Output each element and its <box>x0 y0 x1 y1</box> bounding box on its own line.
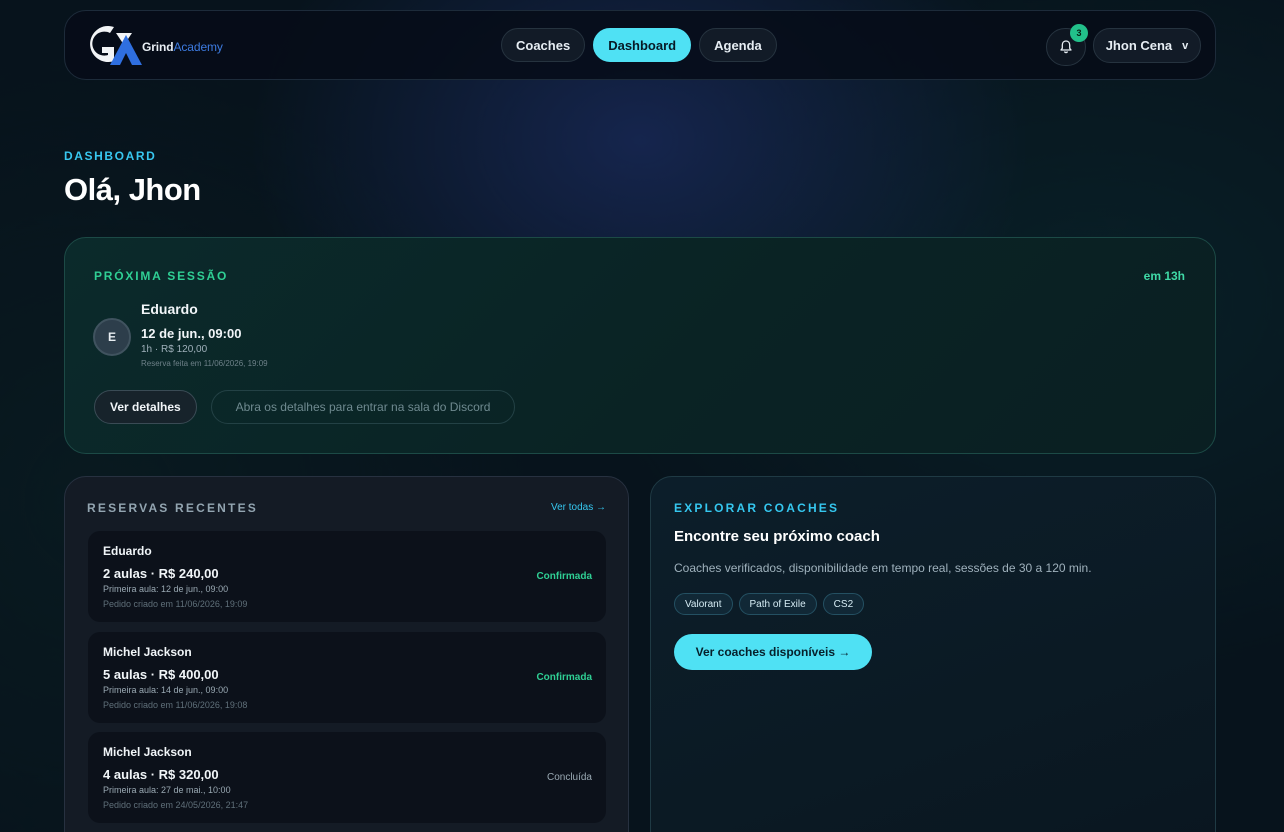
booking-coach: Eduardo <box>103 544 152 558</box>
next-session-label: PRÓXIMA SESSÃO <box>94 269 229 283</box>
next-session-meta: 1h · R$ 120,00 <box>141 344 208 355</box>
page-title: Olá, Jhon <box>64 172 201 207</box>
status-badge: Concluída <box>546 772 592 783</box>
discord-hint: Abra os detalhes para entrar na sala do … <box>211 390 515 424</box>
booking-created: Pedido criado em 11/06/2026, 19:09 <box>103 599 248 609</box>
tag-valorant[interactable]: Valorant <box>674 593 733 615</box>
top-navbar: GrindAcademy Coaches Dashboard Agenda 3 … <box>64 10 1216 80</box>
booking-coach: Michel Jackson <box>103 745 192 759</box>
see-all-link[interactable]: Ver todas → <box>551 502 606 513</box>
booking-summary: 4 aulas · R$ 320,00 <box>103 767 219 782</box>
explore-label: EXPLORAR COACHES <box>674 501 840 515</box>
booking-first-class: Primeira aula: 27 de mai., 10:00 <box>103 785 231 795</box>
booking-summary: 5 aulas · R$ 400,00 <box>103 667 219 682</box>
explore-title: Encontre seu próximo coach <box>674 528 880 545</box>
booking-first-class: Primeira aula: 14 de jun., 09:00 <box>103 685 229 695</box>
chevron-down-icon: v <box>1182 39 1189 52</box>
booking-item[interactable]: Michel Jackson 4 aulas · R$ 320,00 Prime… <box>88 732 606 823</box>
booking-item[interactable]: Eduardo 2 aulas · R$ 240,00 Primeira aul… <box>88 531 606 622</box>
game-tags: Valorant Path of Exile CS2 <box>674 593 865 615</box>
nav-dashboard[interactable]: Dashboard <box>593 28 692 62</box>
recent-bookings-label: RESERVAS RECENTES <box>87 501 258 515</box>
explore-description: Coaches verificados, disponibilidade em … <box>674 561 1092 575</box>
view-coaches-button[interactable]: Ver coaches disponíveis → <box>674 634 872 670</box>
view-details-button[interactable]: Ver detalhes <box>94 390 197 424</box>
grind-academy-logo[interactable] <box>80 21 146 71</box>
booking-item[interactable]: Michel Jackson 5 aulas · R$ 400,00 Prime… <box>88 632 606 723</box>
next-session-card: PRÓXIMA SESSÃO em 13h E Eduardo 12 de ju… <box>64 237 1216 454</box>
explore-coaches-panel: EXPLORAR COACHES Encontre seu próximo co… <box>650 476 1216 832</box>
status-badge: Confirmada <box>536 571 592 582</box>
booking-coach: Michel Jackson <box>103 645 192 659</box>
main-nav: Coaches Dashboard Agenda <box>501 28 777 62</box>
next-session-datetime: 12 de jun., 09:00 <box>141 326 242 341</box>
user-name: Jhon Cena <box>1105 38 1173 53</box>
nav-coaches[interactable]: Coaches <box>501 28 586 62</box>
recent-bookings-panel: RESERVAS RECENTES Ver todas → Eduardo 2 … <box>64 476 629 832</box>
brand-name: GrindAcademy <box>142 40 223 54</box>
status-badge: Confirmada <box>536 672 592 683</box>
next-session-booked-at: Reserva feita em 11/06/2026, 19:09 <box>141 359 268 368</box>
booking-created: Pedido criado em 24/05/2026, 21:47 <box>103 800 249 810</box>
booking-summary: 2 aulas · R$ 240,00 <box>103 566 219 581</box>
avatar: E <box>93 318 131 356</box>
tag-cs2[interactable]: CS2 <box>822 593 865 615</box>
page-eyebrow: DASHBOARD <box>64 149 157 163</box>
next-session-coach: Eduardo <box>141 301 198 317</box>
notification-count-badge: 3 <box>1070 24 1088 42</box>
booking-first-class: Primeira aula: 12 de jun., 09:00 <box>103 584 229 594</box>
booking-created: Pedido criado em 11/06/2026, 19:08 <box>103 700 248 710</box>
next-session-eta: em 13h <box>1143 269 1185 283</box>
user-menu-button[interactable]: Jhon Cena v <box>1093 28 1201 63</box>
nav-agenda[interactable]: Agenda <box>699 28 777 62</box>
bell-icon <box>1060 40 1072 54</box>
tag-path-of-exile[interactable]: Path of Exile <box>738 593 817 615</box>
